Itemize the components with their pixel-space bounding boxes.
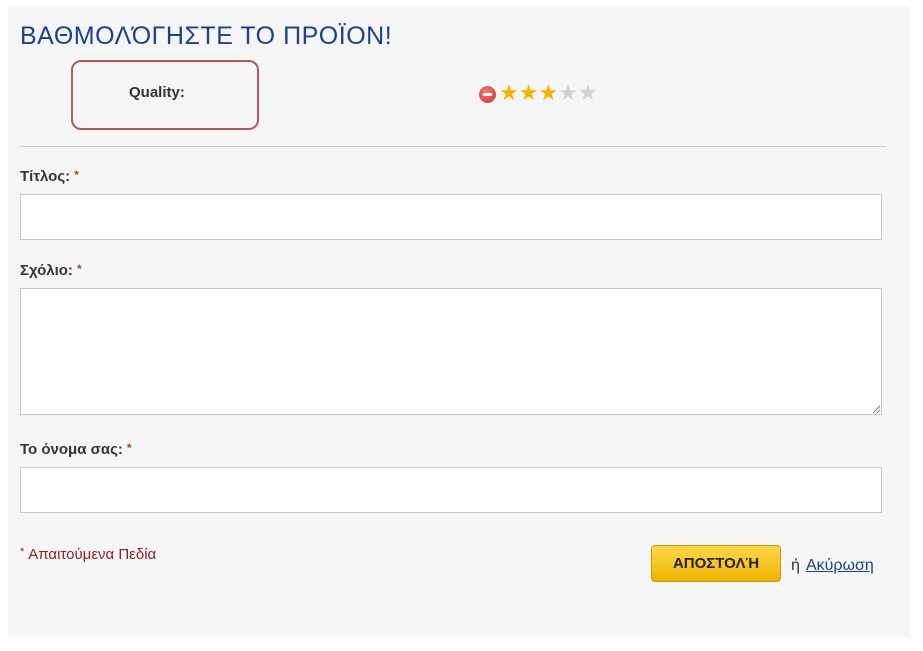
title-input[interactable] [20,194,882,240]
divider [20,146,886,147]
star-1-icon[interactable]: ★ [499,83,519,105]
required-asterisk: * [76,262,82,276]
required-asterisk: * [20,546,25,558]
title-label-text: Τίτλος: [20,168,71,185]
cancel-rating-icon[interactable] [479,85,496,103]
or-text: ή [791,557,800,574]
star-rating[interactable]: ★ ★ ★ ★ ★ [479,83,598,105]
star-3-icon[interactable]: ★ [538,83,558,105]
required-asterisk: * [74,168,79,182]
name-input[interactable] [20,467,882,513]
comment-textarea[interactable] [20,288,882,415]
cancel-link[interactable]: Ακύρωση [806,557,874,575]
form-title: ΒΑΘΜΟΛΌΓΗΣΤΕ ΤΟ ΠΡΟΪΟΝ! [20,22,393,50]
title-label: Τίτλος: * [20,168,79,185]
review-form-panel: ΒΑΘΜΟΛΌΓΗΣΤΕ ΤΟ ΠΡΟΪΟΝ! Quality: ★ ★ ★ ★… [8,6,910,638]
required-fields-note: * Απαιτούμενα Πεδία [20,546,156,563]
star-2-icon[interactable]: ★ [519,83,539,105]
required-asterisk: * [126,441,132,455]
comment-label-text: Σχόλιο: [20,262,73,279]
star-4-icon[interactable]: ★ [558,83,578,105]
submit-button[interactable]: ΑΠΟΣΤΟΛΉ [651,545,781,582]
comment-label: Σχόλιο: * [20,262,82,279]
star-5-icon[interactable]: ★ [578,83,598,105]
required-note-text: Απαιτούμενα Πεδία [28,546,157,563]
name-label-text: Το όνομα σας: [20,441,123,458]
name-label: Το όνομα σας: * [20,441,132,458]
quality-label: Quality: [129,84,185,101]
